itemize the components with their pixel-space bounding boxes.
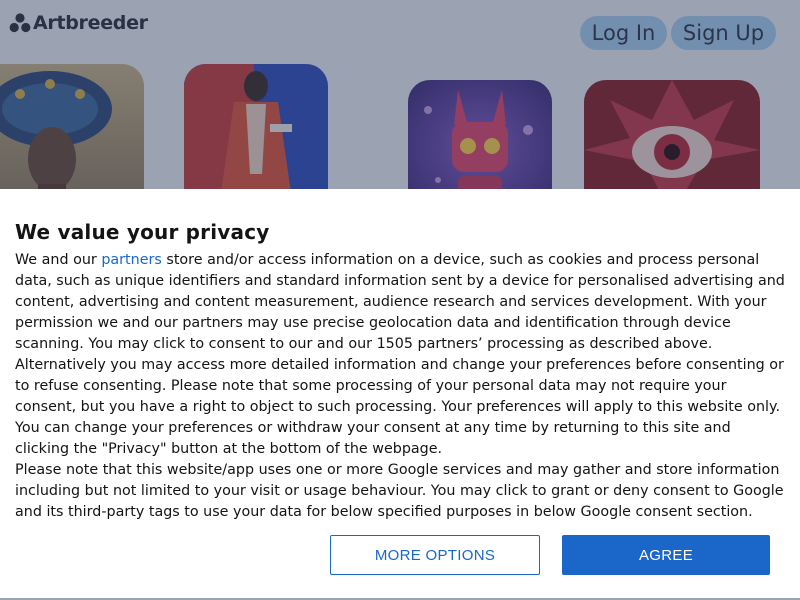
agree-button[interactable]: AGREE bbox=[562, 535, 770, 575]
more-options-button[interactable]: MORE OPTIONS bbox=[330, 535, 540, 575]
consent-paragraph-1: We and our partners store and/or access … bbox=[15, 250, 787, 460]
consent-title: We value your privacy bbox=[15, 220, 270, 244]
consent-text-intro: We and our bbox=[15, 252, 102, 268]
consent-body: We and our partners store and/or access … bbox=[15, 250, 787, 523]
consent-text-main: store and/or access information on a dev… bbox=[15, 252, 785, 457]
privacy-consent-dialog: We value your privacy We and our partner… bbox=[0, 189, 800, 598]
partners-link[interactable]: partners bbox=[101, 252, 162, 268]
consent-paragraph-2: Please note that this website/app uses o… bbox=[15, 462, 784, 520]
